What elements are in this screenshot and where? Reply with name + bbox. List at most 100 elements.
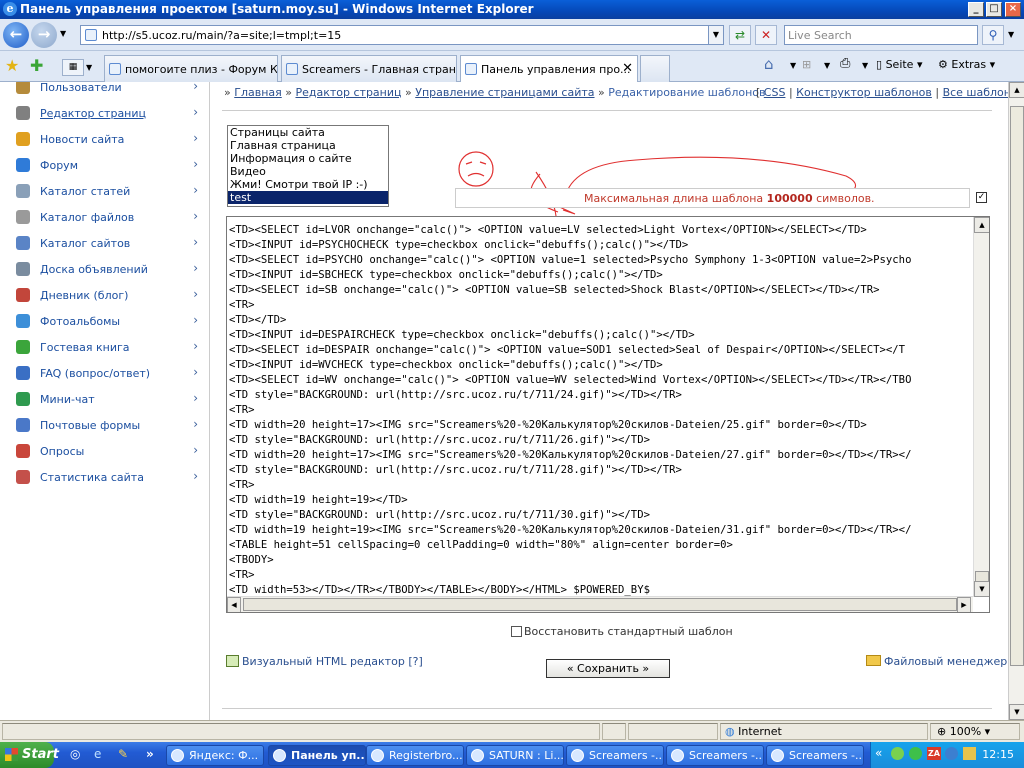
template-option[interactable]: Жми! Смотри твой IP :-) (228, 178, 388, 191)
address-bar[interactable]: http://s5.ucoz.ru/main/?a=site;l=tmpl;t=… (80, 25, 724, 45)
template-option[interactable]: Видео (228, 165, 388, 178)
scroll-up-icon[interactable]: ▲ (974, 217, 989, 233)
restore-default-template[interactable]: Восстановить стандартный шаблон (511, 625, 733, 638)
security-zone[interactable]: ◍ Internet (720, 723, 928, 740)
scroll-up-icon[interactable]: ▲ (1009, 82, 1024, 98)
breadcrumb-link[interactable]: Редактор страниц (295, 86, 401, 99)
stop-button[interactable]: ✕ (755, 25, 777, 45)
search-options-icon[interactable]: ▼ (1008, 30, 1014, 39)
scroll-left-icon[interactable]: ◀ (227, 597, 241, 612)
search-icon[interactable]: ⚲ (982, 25, 1004, 45)
quicklaunch-more-icon[interactable]: » (146, 747, 154, 761)
zoom-control[interactable]: ⊕ 100% ▾ (930, 723, 1020, 740)
sidebar-item[interactable]: Опросы › (12, 442, 202, 462)
wrap-checkbox[interactable]: ✓ (976, 192, 987, 203)
template-listbox[interactable]: Страницы сайта Главная страница Информация… (227, 125, 389, 207)
sidebar-item[interactable]: Дневник (блог) › (12, 286, 202, 306)
tray-expand-icon[interactable]: « (875, 746, 882, 760)
history-dropdown-icon[interactable]: ▼ (60, 29, 66, 38)
close-button[interactable]: × (1005, 2, 1021, 17)
css-link[interactable]: CSS (764, 86, 786, 99)
tray-app-icon[interactable]: ZA (927, 747, 941, 760)
scroll-down-icon[interactable]: ▼ (1009, 704, 1024, 720)
scroll-thumb[interactable] (1010, 106, 1024, 666)
template-code-editor[interactable]: <TD><SELECT id=LVOR onchange="calc()"> <… (226, 216, 990, 613)
visual-editor-help[interactable]: [?] (408, 655, 422, 668)
page-vertical-scrollbar[interactable]: ▲ ▼ (1008, 82, 1024, 720)
file-manager-link[interactable]: Файловый менеджер (866, 655, 1007, 668)
tab-close-icon[interactable]: ✕ (622, 61, 633, 76)
sidebar-item[interactable]: FAQ (вопрос/ответ) › (12, 364, 202, 384)
editor-vertical-scrollbar[interactable]: ▲ ▼ (973, 217, 989, 597)
editor-horizontal-scrollbar[interactable]: ◀ ▶ (227, 596, 973, 612)
refresh-button[interactable]: ⇄ (729, 25, 751, 45)
code-text[interactable]: <TD><SELECT id=LVOR onchange="calc()"> <… (229, 217, 973, 598)
template-option[interactable]: Информация о сайте (228, 152, 388, 165)
sidebar-item[interactable]: Статистика сайта › (12, 468, 202, 488)
sidebar-item[interactable]: Каталог статей › (12, 182, 202, 202)
breadcrumb-link[interactable]: Управление страницами сайта (415, 86, 594, 99)
quick-tabs-icon[interactable]: ▦ (62, 59, 84, 76)
all-templates-link[interactable]: Все шаблоны (943, 86, 1008, 99)
visual-html-editor-link[interactable]: Визуальный HTML редактор [?] (226, 655, 423, 668)
template-option[interactable]: test (228, 191, 388, 204)
home-dropdown-icon[interactable]: ▼ (790, 61, 796, 79)
print-dropdown-icon[interactable]: ▼ (862, 61, 868, 79)
scroll-thumb[interactable] (243, 598, 957, 611)
forward-button[interactable]: → (31, 22, 57, 48)
home-icon[interactable]: ⌂ (764, 55, 774, 73)
taskbar-task[interactable]: Registerbro... (366, 745, 464, 766)
scroll-down-icon[interactable]: ▼ (974, 581, 989, 597)
add-favorites-icon[interactable]: ✚ (30, 56, 43, 75)
address-dropdown-icon[interactable]: ▼ (708, 26, 723, 44)
search-input[interactable]: Live Search (784, 25, 978, 45)
taskbar-task[interactable]: Screamers -... (566, 745, 664, 766)
taskbar-task[interactable]: Screamers -... (766, 745, 864, 766)
tray-app-icon[interactable] (945, 747, 958, 760)
sidebar-item[interactable]: Доска объявлений › (12, 260, 202, 280)
tab-forum[interactable]: помогоите плиз - Форум Кла... (104, 55, 278, 82)
taskbar-task[interactable]: Screamers -... (666, 745, 764, 766)
sidebar-item[interactable]: Гостевая книга › (12, 338, 202, 358)
breadcrumb-link[interactable]: Главная (234, 86, 282, 99)
sidebar-item[interactable]: Каталог сайтов › (12, 234, 202, 254)
tab-panel[interactable]: Панель управления про... ✕ (460, 55, 638, 83)
tab-list-dropdown-icon[interactable]: ▼ (86, 59, 100, 76)
print-icon[interactable]: ⎙ (840, 56, 850, 74)
page-menu[interactable]: ▯ Seite ▾ (876, 58, 922, 76)
tab-screamers[interactable]: Screamers - Главная стран... (281, 55, 457, 82)
tray-app-icon[interactable] (909, 747, 922, 760)
template-option[interactable]: Страницы сайта (228, 126, 388, 139)
extras-menu[interactable]: ⚙ Extras ▾ (938, 58, 995, 76)
sidebar-item[interactable]: Форум › (12, 156, 202, 176)
quicklaunch-app-icon[interactable]: ✎ (118, 747, 128, 761)
quicklaunch-ie-icon[interactable]: e (94, 747, 101, 761)
taskbar-task[interactable]: SATURN : Li... (466, 745, 564, 766)
sidebar-item[interactable]: Фотоальбомы › (12, 312, 202, 332)
feeds-dropdown-icon[interactable]: ▼ (824, 61, 830, 79)
sidebar-item[interactable]: Пользователи › (12, 82, 202, 98)
template-builder-link[interactable]: Конструктор шаблонов (796, 86, 932, 99)
scroll-right-icon[interactable]: ▶ (957, 597, 971, 612)
template-option[interactable]: Главная страница (228, 139, 388, 152)
minimize-button[interactable]: _ (968, 2, 984, 17)
tray-app-icon[interactable] (891, 747, 904, 760)
address-url[interactable]: http://s5.ucoz.ru/main/?a=site;l=tmpl;t=… (102, 29, 341, 42)
sidebar-item[interactable]: Редактор страниц › (12, 104, 202, 124)
sidebar-item[interactable]: Каталог файлов › (12, 208, 202, 228)
quicklaunch-desktop-icon[interactable]: ◎ (70, 747, 80, 761)
feeds-icon[interactable]: ⊞ (802, 58, 811, 76)
taskbar-task[interactable]: Панель уп... (268, 745, 366, 766)
sidebar-item[interactable]: Новости сайта › (12, 130, 202, 150)
sidebar-item[interactable]: Почтовые формы › (12, 416, 202, 436)
restore-checkbox[interactable] (511, 626, 522, 637)
tray-volume-icon[interactable] (963, 747, 976, 760)
start-button[interactable]: Start (0, 742, 59, 768)
maximize-button[interactable]: □ (986, 2, 1002, 17)
taskbar-task[interactable]: Яндекс: Ф... (166, 745, 264, 766)
sidebar-item[interactable]: Мини-чат › (12, 390, 202, 410)
favorites-star-icon[interactable]: ★ (5, 56, 19, 75)
save-button[interactable]: « Сохранить » (546, 659, 670, 678)
back-button[interactable]: ← (3, 22, 29, 48)
new-tab-button[interactable] (640, 55, 670, 82)
